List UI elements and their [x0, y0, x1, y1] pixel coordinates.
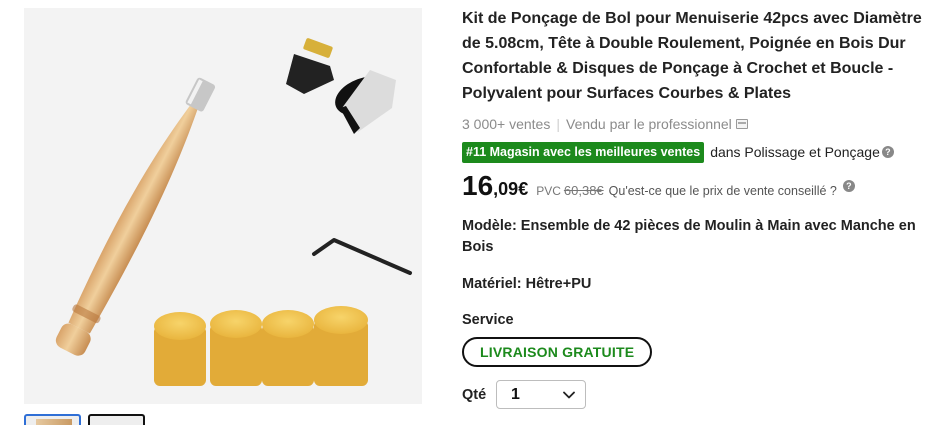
rank-badge[interactable]: #11 Magasin avec les meilleures ventes	[462, 141, 705, 163]
price-row: 16 ,09 € PVC 60,38€ Qu'est-ce que le pri…	[462, 170, 932, 202]
price-integer: 16	[462, 170, 494, 201]
thumbnail-2[interactable]	[88, 414, 145, 425]
quantity-select[interactable]: 1	[496, 380, 586, 409]
rank-category[interactable]: dans Polissage et Ponçage	[710, 144, 880, 160]
material-attribute: Matériel: Hêtre+PU	[462, 276, 592, 292]
sales-count: 3 000+ ventes	[462, 116, 551, 132]
meta-separator: |	[556, 116, 560, 132]
model-attribute: Modèle: Ensemble de 42 pièces de Moulin …	[462, 218, 916, 255]
pvc-value: 60,38€	[563, 183, 604, 198]
service-label: Service	[462, 312, 514, 328]
bestseller-rank: #11 Magasin avec les meilleures ventes d…	[462, 141, 932, 163]
service-option-free-delivery[interactable]: LIVRAISON GRATUITE	[462, 337, 653, 367]
pvc-question[interactable]: Qu'est-ce que le prix de vente conseillé…	[609, 184, 837, 198]
chevron-down-icon	[563, 391, 575, 398]
quantity-label: Qté	[462, 386, 487, 403]
thumbnail-1[interactable]	[24, 414, 81, 425]
seller-label[interactable]: Vendu par le professionnel	[566, 116, 732, 132]
quantity-row: Qté 1	[462, 380, 932, 409]
product-main-image[interactable]	[24, 8, 422, 404]
sales-meta: 3 000+ ventes | Vendu par le professionn…	[462, 114, 932, 134]
sanding-kit-image	[55, 38, 412, 386]
shop-icon	[735, 119, 748, 129]
product-title: Kit de Ponçage de Bol pour Menuiserie 42…	[462, 10, 922, 102]
question-circle-icon[interactable]: ?	[881, 146, 894, 158]
product-info-panel: Kit de Ponçage de Bol pour Menuiserie 42…	[462, 6, 932, 409]
price-currency: €	[518, 179, 529, 199]
price-decimal: ,09	[493, 179, 519, 199]
question-circle-icon[interactable]: ?	[842, 180, 855, 192]
quantity-value: 1	[511, 385, 520, 403]
pvc-label: PVC	[536, 184, 561, 198]
